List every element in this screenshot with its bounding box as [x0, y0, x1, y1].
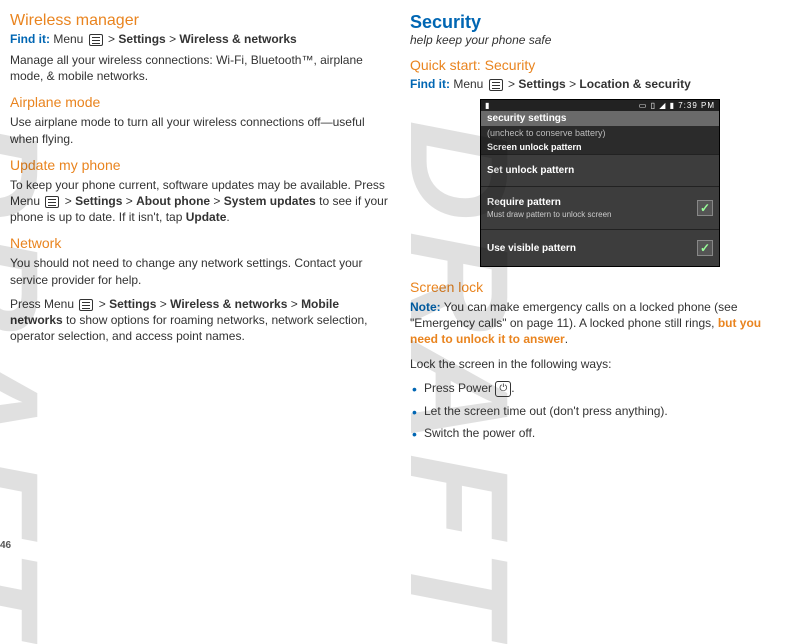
airplane-mode-heading: Airplane mode: [10, 94, 390, 110]
menu-icon: [89, 34, 103, 46]
screen-lock-heading: Screen lock: [410, 279, 790, 295]
wireless-manager-heading: Wireless manager: [10, 12, 390, 30]
findit-settings: Settings: [118, 32, 165, 46]
lock-ways-intro: Lock the screen in the following ways:: [410, 356, 790, 372]
security-heading: Security: [410, 12, 790, 33]
wireless-findit: Find it: Menu > Settings > Wireless & ne…: [10, 32, 390, 46]
row-label-wrap: Require pattern Must draw pattern to unl…: [487, 197, 612, 219]
statusbar-icons: ▭ ▯ ◢ ▮: [639, 101, 675, 110]
phone-titlebar: security settings: [481, 111, 719, 126]
statusbar-right: ▭ ▯ ◢ ▮ 7:39 PM: [639, 101, 715, 110]
menu-icon: [489, 79, 503, 91]
update-phone-body: To keep your phone current, software upd…: [10, 177, 390, 226]
note-body-1: You can make emergency calls on a locked…: [410, 300, 738, 330]
lock-ways-list: Press Power ⏻. Let the screen time out (…: [410, 380, 790, 442]
row-sublabel: Must draw pattern to unlock screen: [487, 210, 612, 219]
findit-location-security: Location & security: [579, 77, 690, 91]
bullet-1a: Press Power: [424, 381, 495, 395]
security-tagline: help keep your phone safe: [410, 33, 790, 47]
update-phone-heading: Update my phone: [10, 157, 390, 173]
bullet-1b: .: [511, 381, 514, 395]
menu-icon: [79, 299, 93, 311]
findit-menu-word: Menu: [53, 32, 83, 46]
findit-menu-word: Menu: [453, 77, 483, 91]
network-wireless-networks: Wireless & networks: [170, 297, 287, 311]
checkbox-icon[interactable]: ✓: [697, 200, 713, 216]
network-body-1: You should not need to change any networ…: [10, 255, 390, 287]
list-item: Switch the power off.: [410, 425, 790, 442]
phone-sub2: Screen unlock pattern: [481, 140, 719, 154]
phone-row-set-unlock[interactable]: Set unlock pattern: [481, 154, 719, 186]
row-label: Set unlock pattern: [487, 165, 574, 176]
phone-row-require-pattern[interactable]: Require pattern Must draw pattern to unl…: [481, 186, 719, 229]
update-about-phone: About phone: [136, 194, 210, 208]
list-item: Press Power ⏻.: [410, 380, 790, 397]
findit-settings: Settings: [518, 77, 565, 91]
network-body-2: Press Menu > Settings > Wireless & netwo…: [10, 296, 390, 345]
page-content: Wireless manager Find it: Menu > Setting…: [0, 0, 800, 458]
findit-label: Find it:: [410, 77, 450, 91]
quick-start-heading: Quick start: Security: [410, 57, 790, 73]
phone-row-visible-pattern[interactable]: Use visible pattern ✓: [481, 229, 719, 266]
update-tap: Update: [186, 210, 227, 224]
row-label: Require pattern: [487, 197, 561, 208]
airplane-mode-body: Use airplane mode to turn all your wirel…: [10, 114, 390, 146]
phone-sub1: (uncheck to conserve battery): [481, 126, 719, 140]
statusbar-left: ▮: [485, 101, 489, 110]
checkbox-icon[interactable]: ✓: [697, 240, 713, 256]
statusbar-time: 7:39 PM: [678, 101, 715, 110]
list-item: Let the screen time out (don't press any…: [410, 403, 790, 420]
network-press-menu: Press Menu: [10, 297, 74, 311]
phone-statusbar: ▮ ▭ ▯ ◢ ▮ 7:39 PM: [481, 100, 719, 111]
security-findit: Find it: Menu > Settings > Location & se…: [410, 77, 790, 91]
network-body-2b: to show options for roaming networks, ne…: [10, 313, 368, 343]
page-number: 46: [0, 540, 11, 551]
network-settings: Settings: [109, 297, 156, 311]
menu-icon: [45, 196, 59, 208]
phone-screenshot: ▮ ▭ ▯ ◢ ▮ 7:39 PM security settings (unc…: [480, 99, 720, 267]
row-label: Use visible pattern: [487, 243, 576, 254]
update-system-updates: System updates: [224, 194, 316, 208]
right-column: Security help keep your phone safe Quick…: [410, 12, 790, 448]
network-heading: Network: [10, 235, 390, 251]
findit-wireless-networks: Wireless & networks: [179, 32, 296, 46]
left-column: Wireless manager Find it: Menu > Setting…: [10, 12, 390, 448]
note-label: Note:: [410, 300, 441, 314]
wireless-intro: Manage all your wireless connections: Wi…: [10, 52, 390, 84]
screen-lock-note: Note: You can make emergency calls on a …: [410, 299, 790, 348]
findit-label: Find it:: [10, 32, 50, 46]
power-icon: ⏻: [495, 381, 511, 397]
update-settings: Settings: [75, 194, 122, 208]
